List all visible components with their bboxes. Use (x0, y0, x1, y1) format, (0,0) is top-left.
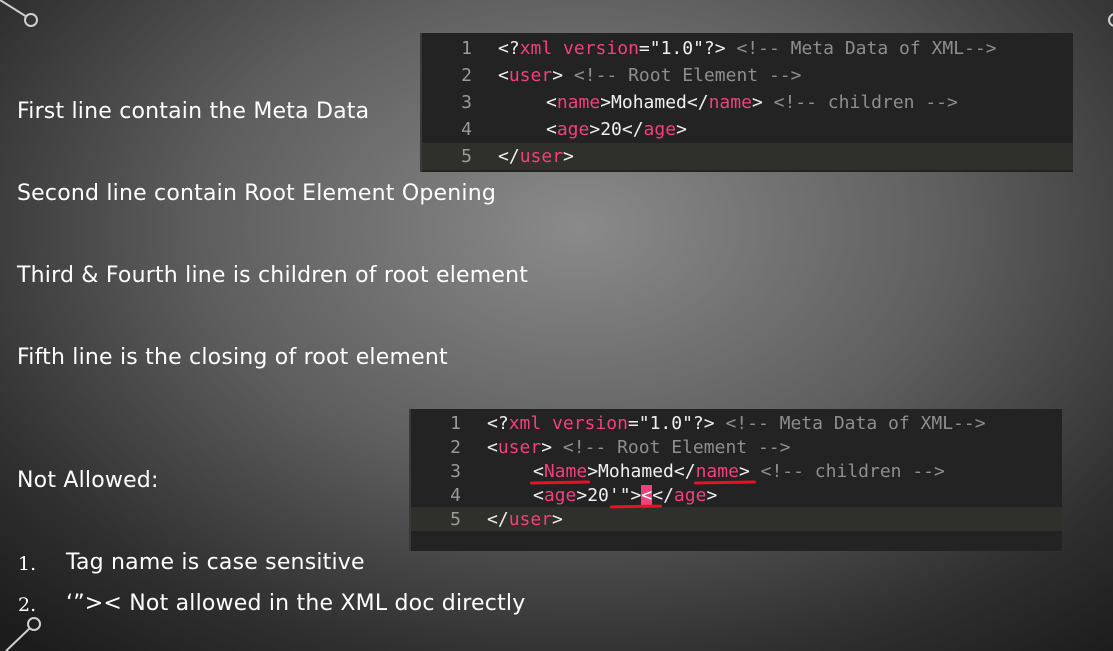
code-editor-invalid-xml: 1 <?xml version="1.0"?> <!-- Meta Data o… (409, 409, 1062, 551)
rule-number-1: 1. (18, 553, 37, 575)
code-line: 1 <?xml version="1.0"?> <!-- Meta Data o… (422, 35, 1073, 62)
line-number: 5 (461, 146, 472, 167)
corner-decoration-top-left (0, 0, 38, 27)
code-line: 1 <?xml version="1.0"?> <!-- Meta Data o… (411, 411, 1062, 435)
rule-number-2: 2. (18, 594, 37, 616)
line-number: 5 (450, 509, 461, 530)
not-allowed-heading: Not Allowed: (17, 468, 159, 493)
line-number: 4 (461, 119, 472, 140)
code-editor-valid-xml: 1 <?xml version="1.0"?> <!-- Meta Data o… (420, 33, 1073, 172)
line-number: 1 (461, 38, 472, 59)
rule-special-chars: ‘”>< Not allowed in the XML doc directly (66, 591, 526, 616)
code-line-error-case: 3 <Name>Mohamed</name> <!-- children --> (411, 459, 1062, 483)
line-number: 2 (450, 437, 461, 458)
code-line-error-chars: 4 <age>20'"><</age> (411, 483, 1062, 507)
code-line-active: 5 </user> (422, 143, 1073, 170)
code-line: 2 <user> <!-- Root Element --> (422, 62, 1073, 89)
children-description: Third & Fourth line is children of root … (17, 263, 529, 288)
corner-decoration-bottom-left (5, 617, 41, 651)
line-number: 3 (450, 461, 461, 482)
line-number: 3 (461, 92, 472, 113)
rule-case-sensitive: Tag name is case sensitive (66, 550, 365, 575)
root-closing-description: Fifth line is the closing of root elemen… (17, 345, 448, 370)
code-line: 3 <name>Mohamed</name> <!-- children --> (422, 89, 1073, 116)
line-number: 2 (461, 65, 472, 86)
code-line-active: 5 </user> (411, 507, 1062, 531)
code-line: 4 <age>20</age> (422, 116, 1073, 143)
corner-decoration-top-right (1108, 13, 1113, 27)
code-line: 2 <user> <!-- Root Element --> (411, 435, 1062, 459)
line-number: 1 (450, 413, 461, 434)
line-number: 4 (450, 485, 461, 506)
metadata-description: First line contain the Meta Data (17, 99, 370, 124)
